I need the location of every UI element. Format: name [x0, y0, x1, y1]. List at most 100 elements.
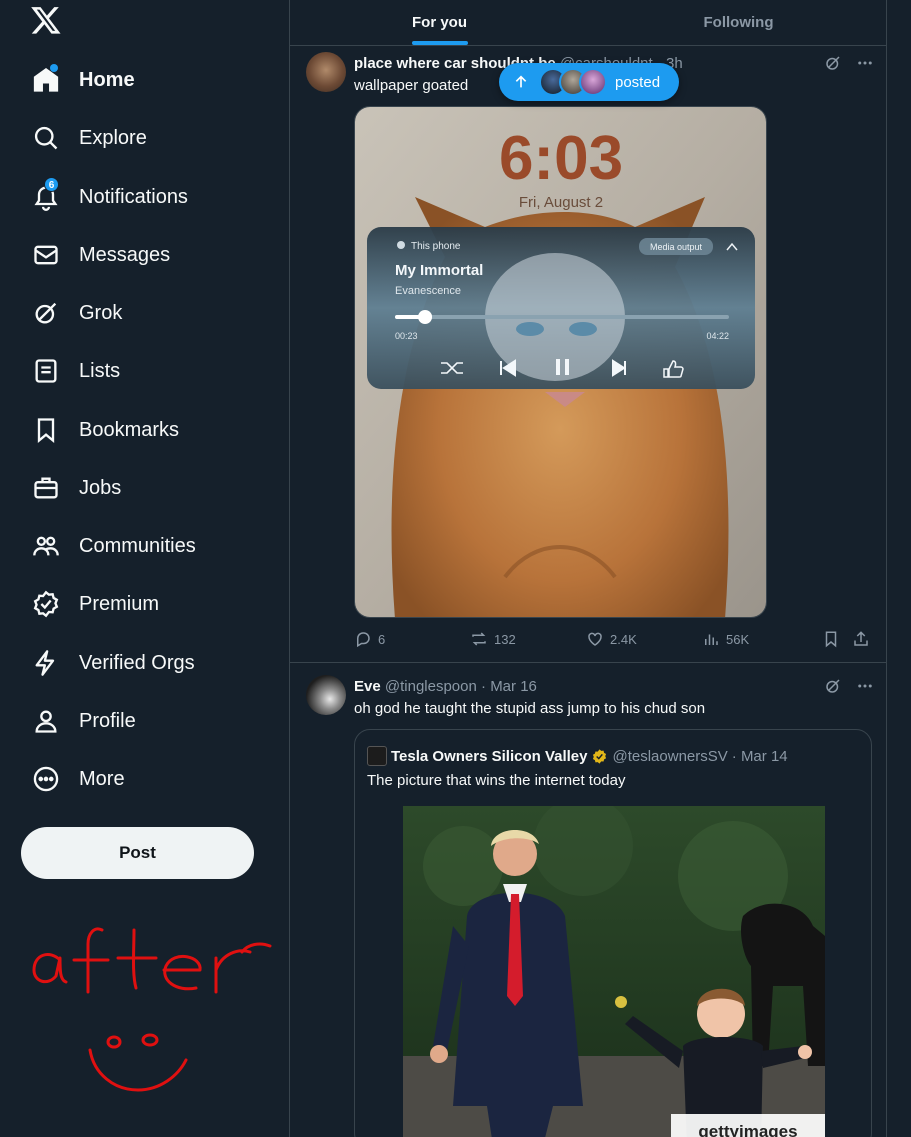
nav-home-label: Home: [79, 68, 135, 91]
active-tab-indicator: [411, 41, 468, 45]
repost-icon: [472, 632, 486, 646]
avatar[interactable]: [306, 52, 346, 92]
timeline-tabs: For you Following: [290, 0, 886, 46]
tweet-action-bar: 6 132 2.4K 56K: [354, 630, 872, 650]
nav-messages-label: Messages: [79, 243, 171, 266]
share-button[interactable]: [852, 630, 870, 648]
nav-lists[interactable]: Lists: [20, 345, 134, 397]
arrow-up-icon: [515, 75, 527, 88]
quoted-tweet-time: · Mar 14: [731, 747, 788, 765]
avatar[interactable]: [306, 675, 346, 715]
nav-lists-label: Lists: [79, 359, 121, 382]
verified-badge-icon: [32, 590, 60, 618]
bookmark-icon: [32, 416, 60, 444]
nav-grok[interactable]: Grok: [20, 287, 136, 339]
nav-notifications[interactable]: 6 Notifications: [20, 171, 202, 223]
nav-home[interactable]: Home: [20, 54, 149, 106]
nav-premium-label: Premium: [79, 592, 160, 615]
nav-profile[interactable]: Profile: [20, 695, 150, 747]
nav-grok-label: Grok: [79, 301, 123, 324]
like-button[interactable]: 2.4K: [586, 630, 637, 648]
grok-icon[interactable]: [824, 54, 842, 72]
quoted-author-handle[interactable]: @teslaownersSV: [612, 748, 727, 765]
repost-count: 132: [494, 631, 516, 647]
grok-icon: [32, 299, 60, 327]
quoted-tweet-text: The picture that wins the internet today: [367, 772, 626, 789]
post-button[interactable]: Post: [21, 827, 254, 879]
reply-icon: [357, 632, 370, 648]
grok-icon[interactable]: [824, 677, 842, 695]
more-options-icon[interactable]: [856, 677, 874, 695]
x-logo-icon[interactable]: [30, 4, 62, 36]
new-posts-pill[interactable]: posted: [499, 63, 679, 101]
tweet-text: wallpaper goated: [354, 77, 469, 94]
nav-profile-label: Profile: [79, 709, 136, 732]
tweet-header: Eve @tinglespoon · Mar 16: [354, 678, 754, 695]
tab-following[interactable]: Following: [589, 0, 886, 45]
share-icon: [854, 631, 868, 646]
lock-clock: 6:03: [499, 124, 623, 193]
briefcase-icon: [32, 474, 60, 502]
bell-icon: 6: [32, 177, 60, 211]
unread-dot: [50, 64, 58, 72]
left-sidebar: Home Explore 6 Notifications Messages Gr…: [0, 0, 289, 1137]
song-elapsed: 00:23: [395, 331, 418, 341]
reply-count: 6: [378, 631, 386, 647]
nav-more[interactable]: More: [20, 753, 139, 805]
photo-image: gettyimages: [403, 806, 825, 1137]
tweet-text: oh god he taught the stupid ass jump to …: [354, 700, 706, 717]
person-icon: [32, 707, 60, 735]
nav-jobs[interactable]: Jobs: [20, 462, 135, 514]
nav-verified-orgs[interactable]: Verified Orgs: [20, 637, 209, 689]
song-duration: 04:22: [706, 331, 729, 341]
main-timeline: For you Following place where car should…: [289, 0, 887, 1137]
nav-more-label: More: [79, 767, 125, 790]
media-output-button: Media output: [650, 242, 703, 252]
bookmark-button[interactable]: [822, 630, 840, 648]
list-icon: [32, 357, 60, 385]
mail-icon: [32, 241, 60, 269]
lockscreen-image: 6:03 Fri, August 2 This phone Media outp…: [355, 107, 766, 617]
nav-explore-label: Explore: [79, 126, 147, 149]
tweet[interactable]: place where car shouldnt be @carshouldnt…: [290, 46, 886, 663]
tweet-top-actions: [824, 54, 874, 72]
bookmark-icon: [825, 631, 837, 648]
reply-button[interactable]: 6: [354, 630, 385, 648]
home-icon: [32, 64, 60, 94]
nav-messages[interactable]: Messages: [20, 229, 184, 281]
quoted-author-name[interactable]: Tesla Owners Silicon Valley: [391, 748, 587, 765]
nav-jobs-label: Jobs: [79, 476, 122, 499]
nav-communities[interactable]: Communities: [20, 520, 210, 572]
nav-explore[interactable]: Explore: [20, 112, 161, 164]
avatar: [367, 746, 387, 766]
tab-following-label: Following: [703, 14, 774, 31]
song-progress-knob: [418, 310, 433, 324]
repost-button[interactable]: 132: [470, 630, 516, 648]
people-icon: [32, 532, 60, 560]
player-source: This phone: [411, 241, 461, 252]
nav-premium[interactable]: Premium: [20, 578, 173, 630]
tab-for-you-label: For you: [412, 14, 467, 31]
quoted-tweet-header: Tesla Owners Silicon Valley @teslaowners…: [367, 746, 788, 766]
song-title: My Immortal: [395, 262, 483, 279]
tweet-time[interactable]: · Mar 16: [481, 678, 537, 695]
tweet-top-actions: [824, 677, 874, 695]
views-button[interactable]: 56K: [702, 630, 749, 648]
quoted-tweet[interactable]: Tesla Owners Silicon Valley @teslaowners…: [354, 729, 872, 1137]
lightning-icon: [32, 649, 60, 677]
more-circle-icon: [32, 765, 60, 793]
nav-bookmarks[interactable]: Bookmarks: [20, 404, 193, 456]
x-home-page: Home Explore 6 Notifications Messages Gr…: [0, 0, 911, 1137]
author-handle[interactable]: @tinglespoon: [385, 678, 477, 695]
nav-bookmarks-label: Bookmarks: [79, 418, 180, 441]
avatar: [579, 68, 607, 96]
tweet-media-image[interactable]: 6:03 Fri, August 2 This phone Media outp…: [354, 106, 767, 618]
quoted-tweet-image[interactable]: gettyimages: [403, 806, 825, 1137]
more-options-icon[interactable]: [856, 54, 874, 72]
search-icon: [32, 124, 60, 152]
author-name[interactable]: Eve: [354, 678, 381, 695]
lock-date: Fri, August 2: [519, 194, 603, 211]
view-count: 56K: [726, 631, 750, 647]
tab-for-you[interactable]: For you: [290, 0, 589, 45]
nav-communities-label: Communities: [79, 534, 196, 557]
